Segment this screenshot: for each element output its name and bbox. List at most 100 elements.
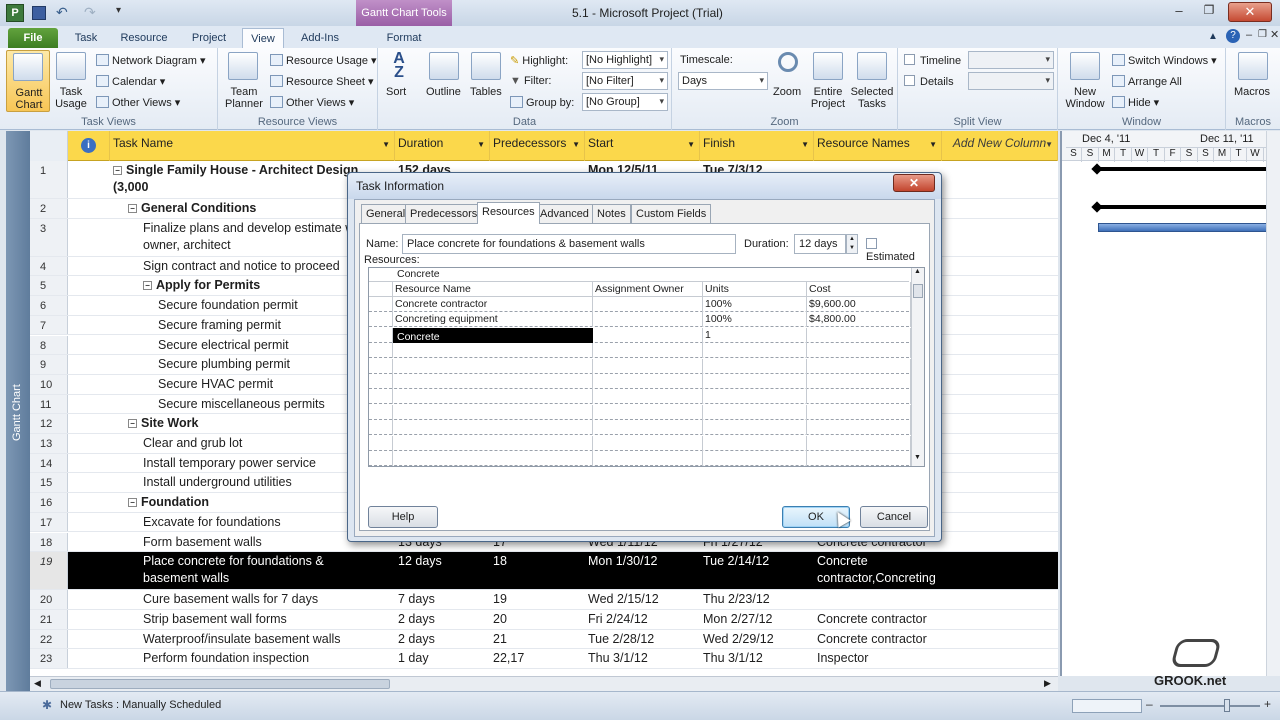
row-number[interactable]: 21 xyxy=(30,609,68,629)
duration-spinner[interactable]: ▲ ▼ xyxy=(846,234,858,254)
row-number[interactable]: 16 xyxy=(30,493,68,512)
resource-grid-cell-owner[interactable] xyxy=(593,358,703,374)
filter-select[interactable]: [No Filter] xyxy=(582,72,668,90)
resource-grid-cell-name[interactable]: Concreting equipment xyxy=(393,312,593,328)
grid-scroll-thumb[interactable] xyxy=(913,284,923,298)
grid-header-assignment-owner[interactable]: Assignment Owner xyxy=(593,282,703,297)
help-icon[interactable]: ? xyxy=(1226,29,1240,43)
duration-field[interactable]: 12 days xyxy=(794,234,846,254)
cell-resource-names[interactable]: Concrete contractor,Concreting xyxy=(814,552,942,589)
calendar-button[interactable]: Calendar ▾ xyxy=(96,75,165,88)
cell-add-new[interactable] xyxy=(942,276,1058,295)
resource-grid-cell-units[interactable]: 1 xyxy=(703,327,807,343)
resource-grid-cell-units[interactable] xyxy=(703,389,807,405)
resource-grid-row[interactable] xyxy=(369,420,911,436)
cancel-button[interactable]: Cancel xyxy=(860,506,928,528)
cell-pred[interactable]: 18 xyxy=(490,552,585,589)
cell-task-name[interactable]: Cure basement walls for 7 days xyxy=(140,590,395,609)
row-number[interactable]: 9 xyxy=(30,355,68,374)
cell-finish[interactable]: Tue 2/14/12 xyxy=(700,552,814,589)
cell-start[interactable]: Wed 2/15/12 xyxy=(585,590,700,609)
cell-finish[interactable]: Thu 2/23/12 xyxy=(700,590,814,609)
cell-add-new[interactable] xyxy=(942,336,1058,355)
resource-grid-cell-rn[interactable] xyxy=(369,327,393,343)
resource-grid-cell-name[interactable] xyxy=(393,435,593,451)
timeline-select[interactable] xyxy=(968,51,1054,69)
table-row[interactable]: 21 Strip basement wall forms 2 days 20 Fri 2… xyxy=(30,609,1058,630)
resource-grid-row[interactable] xyxy=(369,435,911,451)
grid-header-resource-name[interactable]: Resource Name xyxy=(393,282,593,297)
select-all-corner[interactable] xyxy=(30,131,68,161)
cell-task-name[interactable]: Perform foundation inspection xyxy=(140,649,395,668)
cell-duration[interactable]: 2 days xyxy=(395,610,490,629)
resource-grid-cell-units[interactable]: 100% xyxy=(703,297,807,312)
close-window-button[interactable]: ✕ xyxy=(1228,2,1272,22)
resource-grid-cell-cost[interactable] xyxy=(807,374,911,389)
row-number[interactable]: 11 xyxy=(30,394,68,414)
row-number[interactable]: 23 xyxy=(30,649,68,668)
collapse-icon[interactable]: − xyxy=(128,498,137,508)
scroll-left-icon[interactable]: ◀ xyxy=(34,678,41,689)
cell-add-new[interactable] xyxy=(942,375,1058,394)
row-number[interactable]: 8 xyxy=(30,335,68,355)
resource-grid-cell-owner[interactable] xyxy=(593,420,703,436)
row-number[interactable]: 14 xyxy=(30,453,68,473)
collapse-icon[interactable]: − xyxy=(128,204,137,213)
minimize-button[interactable]: – xyxy=(1166,3,1192,21)
cell-add-new[interactable] xyxy=(942,434,1058,453)
resource-grid-cell-cost[interactable] xyxy=(807,451,911,466)
task-usage-button[interactable]: Task Usage xyxy=(52,50,90,112)
grid-vscroll[interactable]: ▲ ▼ xyxy=(911,268,924,466)
cell-add-new[interactable] xyxy=(942,296,1058,315)
resource-grid-cell-name[interactable]: Concrete contractor xyxy=(393,297,593,312)
resource-grid-cell-units[interactable] xyxy=(703,374,807,389)
outline-button[interactable]: Outline xyxy=(424,50,464,110)
undo-icon[interactable]: ↶ xyxy=(56,4,68,21)
cell-pred[interactable]: 20 xyxy=(490,610,585,629)
tab-file[interactable]: File xyxy=(8,28,58,48)
resource-grid-cell-cost[interactable] xyxy=(807,358,911,374)
selected-tasks-button[interactable]: Selected Tasks xyxy=(850,50,894,110)
row-number[interactable]: 17 xyxy=(30,512,68,532)
cell-add-new[interactable] xyxy=(942,533,1058,552)
cell-add-new[interactable] xyxy=(942,649,1058,668)
cell-add-new[interactable] xyxy=(942,590,1058,609)
resource-grid-row[interactable]: Concrete contractor 100% $9,600.00 xyxy=(369,297,911,312)
sort-button[interactable]: AZ Sort xyxy=(384,51,414,112)
resource-grid-cell-units[interactable] xyxy=(703,451,807,466)
view-shortcut-icons[interactable] xyxy=(1072,699,1142,713)
resource-grid-cell-rn[interactable] xyxy=(369,297,393,312)
cell-add-new[interactable] xyxy=(942,257,1058,276)
cell-add-new[interactable] xyxy=(942,610,1058,629)
network-diagram-button[interactable]: Network Diagram ▾ xyxy=(96,54,206,67)
team-planner-button[interactable]: Team Planner xyxy=(222,50,264,112)
cell-task-name[interactable]: Place concrete for foundations & basement… xyxy=(140,552,395,589)
cell-duration[interactable]: 7 days xyxy=(395,590,490,609)
estimated-checkbox[interactable]: Estimated xyxy=(866,238,929,263)
gantt-chart-button[interactable]: Gantt Chart xyxy=(6,50,50,112)
task-bar-3[interactable] xyxy=(1098,223,1280,232)
resource-grid-cell-units[interactable] xyxy=(703,343,807,359)
cell-add-new[interactable] xyxy=(942,219,1058,256)
resource-grid-cell-cost[interactable] xyxy=(807,389,911,405)
zoom-button[interactable]: Zoom xyxy=(772,50,804,110)
window-min-icon[interactable]: – xyxy=(1246,29,1252,41)
entire-project-button[interactable]: Entire Project xyxy=(808,50,848,110)
row-number[interactable]: 3 xyxy=(30,218,68,256)
resource-grid-row[interactable] xyxy=(369,404,911,420)
scroll-thumb[interactable] xyxy=(50,679,390,689)
resource-usage-button[interactable]: Resource Usage ▾ xyxy=(270,54,377,67)
dialog-tab-custom-fields[interactable]: Custom Fields xyxy=(631,204,712,223)
cell-start[interactable]: Fri 2/24/12 xyxy=(585,610,700,629)
column-duration[interactable]: Duration ▼ xyxy=(395,131,490,161)
cell-add-new[interactable] xyxy=(942,395,1058,414)
grid-scroll-down-icon[interactable]: ▼ xyxy=(914,454,921,461)
scroll-right-icon[interactable]: ▶ xyxy=(1044,678,1051,689)
row-number[interactable]: 20 xyxy=(30,590,68,609)
indicators-header[interactable]: i xyxy=(68,131,110,161)
grid-header-units[interactable]: Units xyxy=(703,282,807,297)
column-filter-icon[interactable]: ▼ xyxy=(801,140,809,149)
cell-start[interactable]: Tue 2/28/12 xyxy=(585,630,700,649)
dialog-tab-resources[interactable]: Resources xyxy=(477,202,540,224)
resource-grid-cell-cost[interactable] xyxy=(807,404,911,420)
